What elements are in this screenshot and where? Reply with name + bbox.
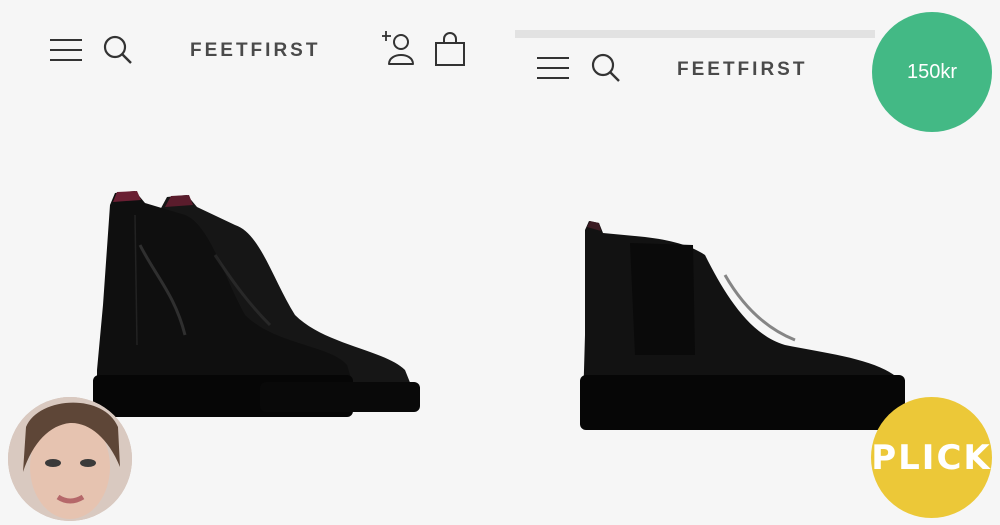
brand-logo[interactable]: FEETFIRST — [190, 40, 320, 62]
avatar — [8, 397, 132, 521]
add-user-icon[interactable] — [382, 30, 416, 68]
price-badge: 150kr — [872, 12, 992, 132]
shopping-bag-icon[interactable] — [434, 32, 466, 68]
menu-icon[interactable] — [48, 37, 84, 63]
brand-logo[interactable]: FEETFIRST — [677, 59, 807, 81]
search-icon[interactable] — [102, 34, 134, 66]
product-image-pair[interactable] — [85, 185, 430, 430]
site-header: FEETFIRST — [0, 20, 500, 80]
menu-icon[interactable] — [535, 55, 571, 81]
product-image-single[interactable] — [575, 215, 910, 435]
top-divider — [515, 30, 875, 38]
plick-logo-badge: PLICK — [871, 397, 992, 518]
left-screen: FEETFIRST — [0, 0, 500, 525]
search-icon[interactable] — [590, 52, 622, 84]
